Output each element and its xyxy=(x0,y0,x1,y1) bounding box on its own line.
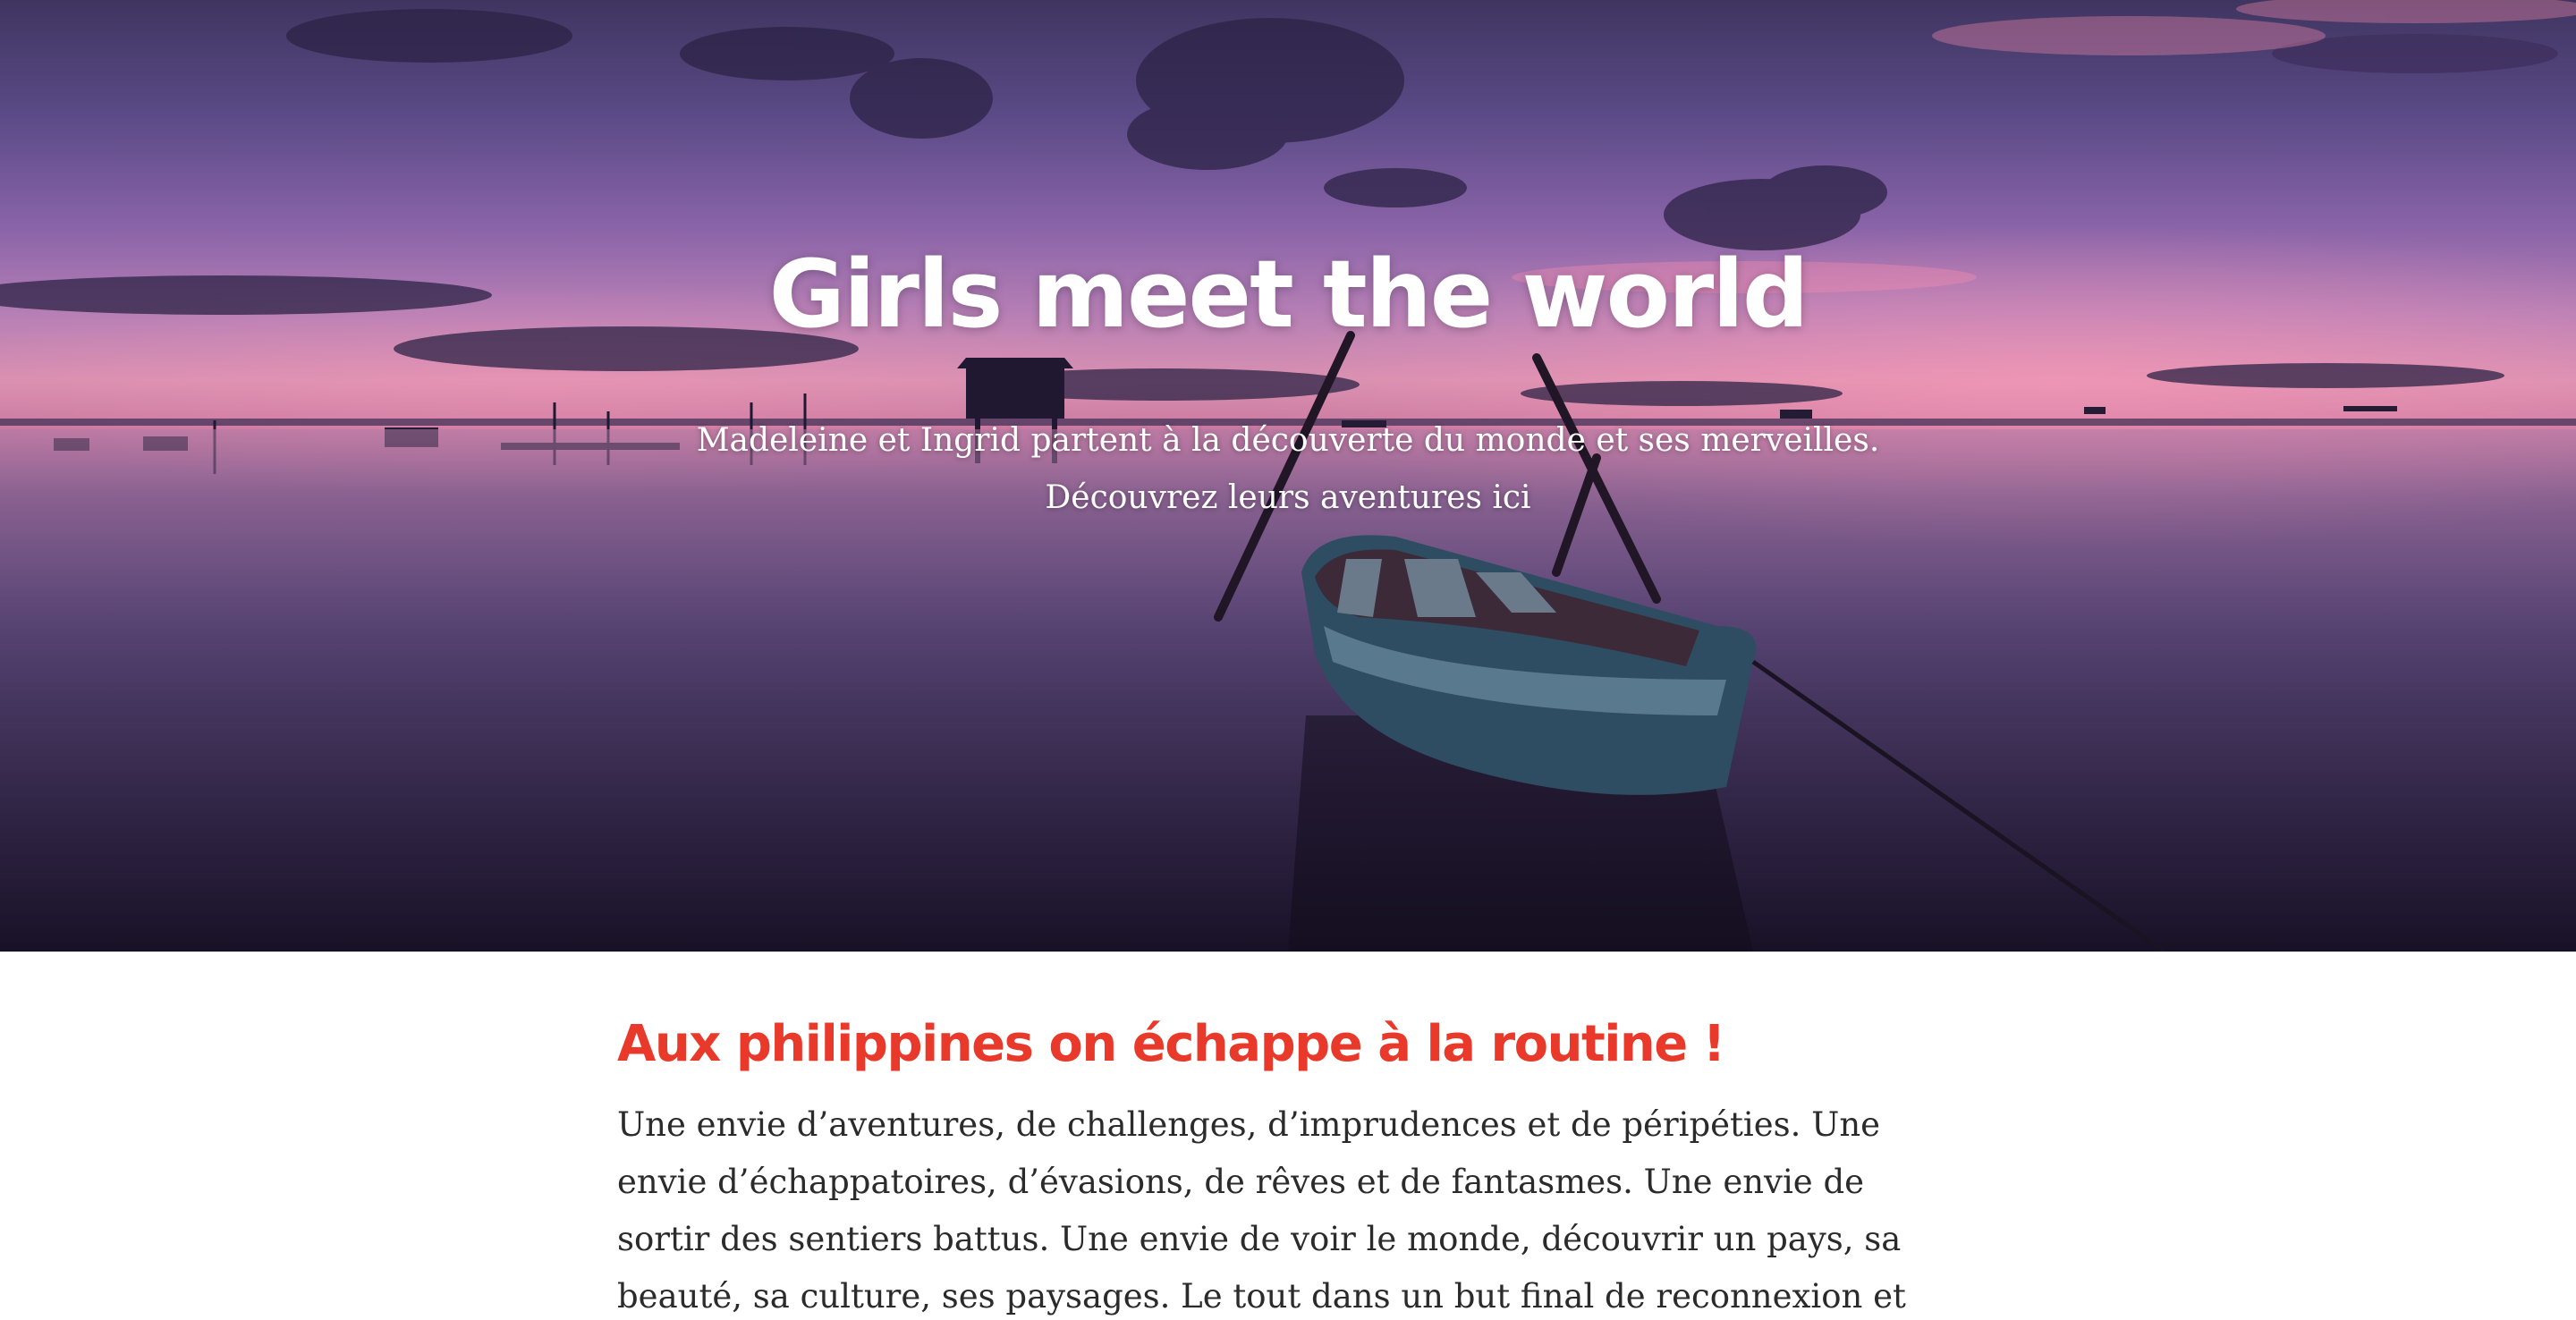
article-title: Aux philippines on échappe à la routine … xyxy=(617,1015,1725,1073)
article: Aux philippines on échappe à la routine … xyxy=(617,1009,1959,1320)
hero-banner: Girls meet the world Madeleine et Ingrid… xyxy=(0,0,2576,952)
hero-subtitle-line2: Découvrez leurs aventures ici xyxy=(1045,479,1531,516)
hero-background-image xyxy=(0,0,2576,952)
article-body: Une envie d’aventures, de challenges, d’… xyxy=(617,1105,1906,1316)
hero-subtitle-line1: Madeleine et Ingrid partent à la découve… xyxy=(696,422,1880,459)
hero-title: Girls meet the world xyxy=(768,240,1809,349)
